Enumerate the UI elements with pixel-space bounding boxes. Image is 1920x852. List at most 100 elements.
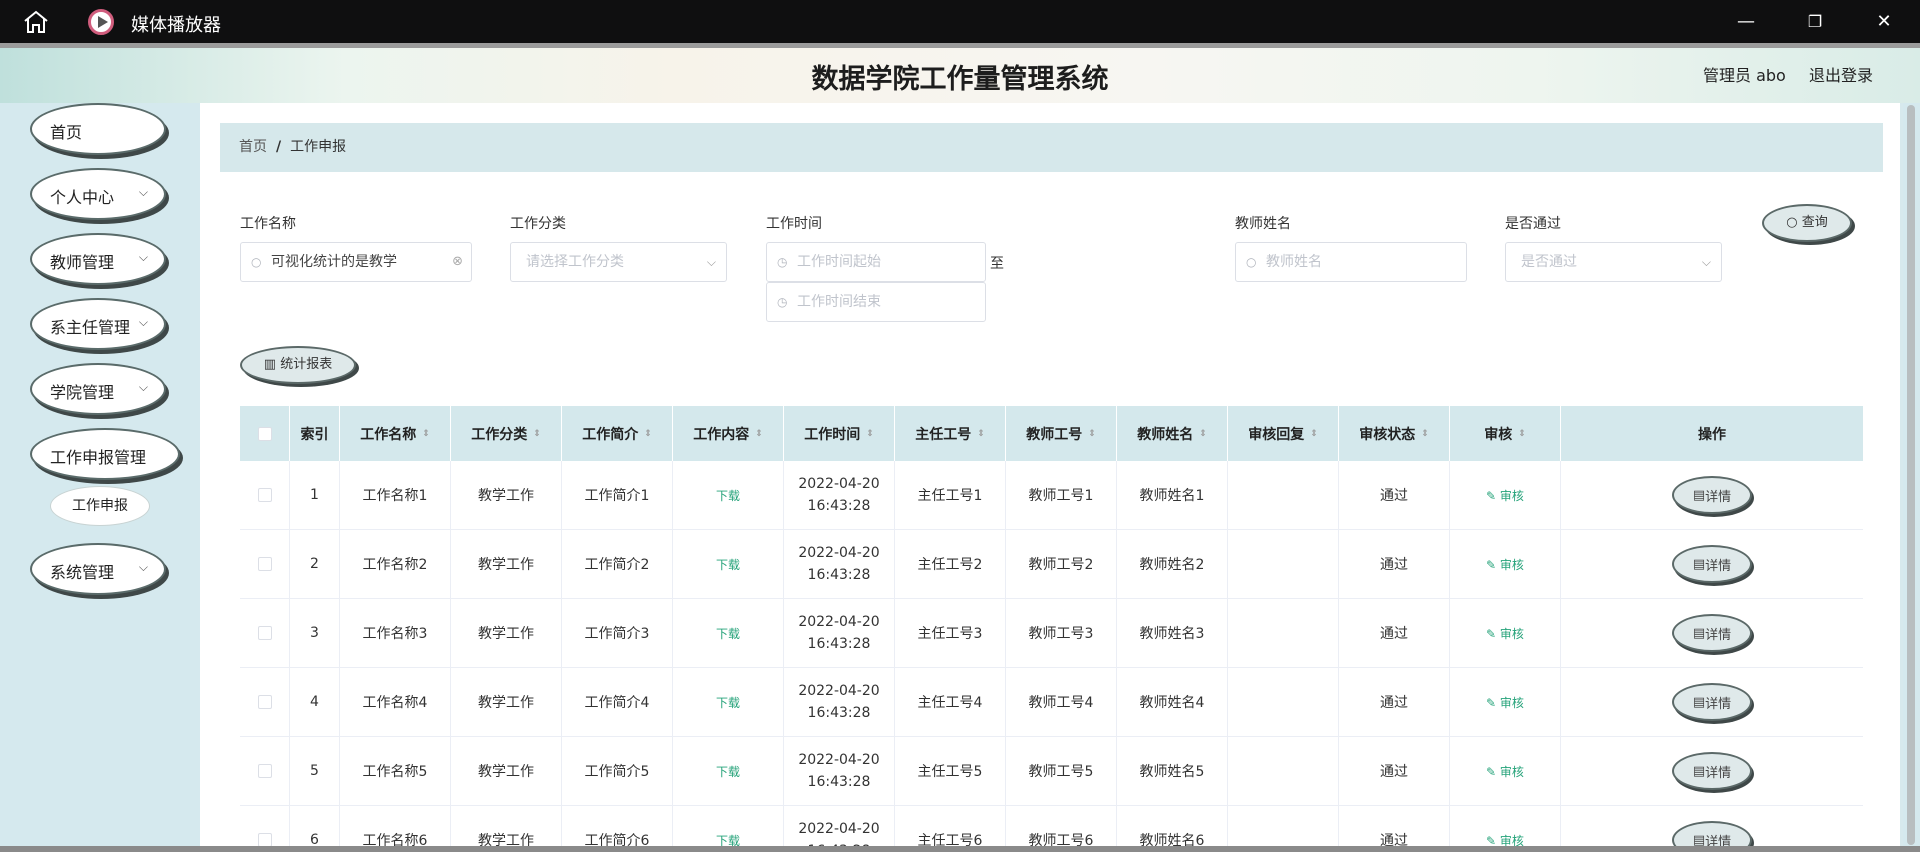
table-row: 2 工作名称2 教学工作 工作简介2 下载 2022-04-20 16:43:28… xyxy=(240,530,1863,599)
work-content-cell: 下载 xyxy=(673,737,784,805)
scrollbar-thumb[interactable] xyxy=(1907,105,1915,845)
column-header[interactable]: 教师工号 ⇕ xyxy=(1006,406,1117,461)
work-name-cell: 工作名称4 xyxy=(340,668,451,736)
sort-icon[interactable]: ⇕ xyxy=(1518,429,1526,439)
sidebar-item-label: 工作申报管理 xyxy=(50,448,147,467)
column-label: 工作内容 xyxy=(693,426,750,443)
audit-cell: ✎ 审核 xyxy=(1450,668,1561,736)
work-time-end-input[interactable]: ◷ 工作时间结束 xyxy=(766,282,986,322)
passed-select[interactable]: 是否通过 ⌵ xyxy=(1505,242,1722,282)
row-checkbox[interactable] xyxy=(257,488,272,502)
index-cell: 3 xyxy=(290,599,340,667)
logout-link[interactable]: 退出登录 xyxy=(1809,62,1873,86)
detail-label: 详情 xyxy=(1705,765,1732,781)
column-header[interactable]: 工作内容 ⇕ xyxy=(673,406,784,461)
sort-icon[interactable]: ⇕ xyxy=(866,429,874,439)
sidebar-item-teacher-management[interactable]: 教师管理 ⌵ xyxy=(30,233,166,285)
sidebar-item-system-management[interactable]: 系统管理 ⌵ xyxy=(30,543,166,595)
download-link[interactable]: 下载 xyxy=(716,694,740,711)
sort-icon[interactable]: ⇕ xyxy=(533,429,541,439)
audit-link[interactable]: ✎ 审核 xyxy=(1486,763,1524,780)
audit-reply-cell xyxy=(1228,530,1339,598)
work-report-table: 索引 工作名称 ⇕ 工作分类 ⇕ 工作简介 ⇕ 工作内容 ⇕ 工作时间 ⇕ 主任工号 ⇕ 教… xyxy=(240,406,1863,852)
work-time: 16:43:28 xyxy=(807,567,871,583)
sort-icon[interactable]: ⇕ xyxy=(1199,429,1207,439)
column-header[interactable]: 工作简介 ⇕ xyxy=(562,406,673,461)
work-time-cell: 2022-04-20 16:43:28 xyxy=(784,530,895,598)
work-time-end-placeholder: 工作时间结束 xyxy=(797,294,881,310)
sort-icon[interactable]: ⇕ xyxy=(1421,429,1429,439)
work-time: 16:43:28 xyxy=(807,774,871,790)
column-header[interactable]: 工作时间 ⇕ xyxy=(784,406,895,461)
row-select-cell xyxy=(240,599,290,667)
detail-button[interactable]: ▤ 详情 xyxy=(1672,614,1752,652)
audit-link[interactable]: ✎ 审核 xyxy=(1486,625,1524,642)
document-icon: ▤ xyxy=(1692,487,1706,503)
stats-report-button[interactable]: ▥ 统计报表 xyxy=(240,346,356,384)
sidebar-item-college-management[interactable]: 学院管理 ⌵ xyxy=(30,363,166,415)
column-header[interactable]: 审核状态 ⇕ xyxy=(1339,406,1450,461)
audit-link[interactable]: ✎ 审核 xyxy=(1486,487,1524,504)
download-link[interactable]: 下载 xyxy=(716,763,740,780)
column-header: 操作 xyxy=(1561,406,1863,461)
row-checkbox[interactable] xyxy=(257,833,272,847)
detail-button[interactable]: ▤ 详情 xyxy=(1672,476,1752,514)
column-header[interactable]: 教师姓名 ⇕ xyxy=(1117,406,1228,461)
close-button[interactable]: ✕ xyxy=(1862,6,1906,38)
work-date: 2022-04-20 xyxy=(798,545,880,561)
work-category-select[interactable]: 请选择工作分类 ⌵ xyxy=(510,242,727,282)
work-name-cell: 工作名称5 xyxy=(340,737,451,805)
column-header[interactable]: 主任工号 ⇕ xyxy=(895,406,1006,461)
row-checkbox[interactable] xyxy=(257,695,272,709)
sidebar-item-work-report-management[interactable]: 工作申报管理 xyxy=(30,428,180,480)
download-link[interactable]: 下载 xyxy=(716,625,740,642)
sort-icon[interactable]: ⇕ xyxy=(644,429,652,439)
download-link[interactable]: 下载 xyxy=(716,556,740,573)
director-id-cell: 主任工号1 xyxy=(895,461,1006,529)
download-link[interactable]: 下载 xyxy=(716,487,740,504)
breadcrumb-home[interactable]: 首页 xyxy=(239,139,267,155)
select-all-checkbox[interactable] xyxy=(257,426,272,441)
work-time-start-input[interactable]: ◷ 工作时间起始 xyxy=(766,242,986,282)
sort-icon[interactable]: ⇕ xyxy=(1310,429,1318,439)
sort-icon[interactable]: ⇕ xyxy=(1088,429,1096,439)
audit-link[interactable]: ✎ 审核 xyxy=(1486,556,1524,573)
sidebar-item-director-management[interactable]: 系主任管理 ⌵ xyxy=(30,298,166,350)
sidebar-item-personal-center[interactable]: 个人中心 ⌵ xyxy=(30,168,166,220)
table-header: 索引 工作名称 ⇕ 工作分类 ⇕ 工作简介 ⇕ 工作内容 ⇕ 工作时间 ⇕ 主任工号 ⇕ 教… xyxy=(240,406,1863,461)
query-button[interactable]: ○ 查询 xyxy=(1762,204,1852,242)
vertical-scrollbar[interactable] xyxy=(1903,103,1920,852)
clear-icon[interactable]: ⊗ xyxy=(452,243,463,281)
column-header[interactable]: 工作分类 ⇕ xyxy=(451,406,562,461)
row-checkbox[interactable] xyxy=(257,557,272,571)
maximize-button[interactable]: ❐ xyxy=(1793,6,1837,38)
detail-button[interactable]: ▤ 详情 xyxy=(1672,752,1752,790)
work-category-cell: 教学工作 xyxy=(451,737,562,805)
minimize-button[interactable]: — xyxy=(1724,6,1768,38)
column-header[interactable]: 审核回复 ⇕ xyxy=(1228,406,1339,461)
column-label: 工作名称 xyxy=(360,426,417,443)
sidebar-subitem-work-report[interactable]: 工作申报 xyxy=(50,486,150,526)
work-intro-cell: 工作简介3 xyxy=(562,599,673,667)
row-checkbox[interactable] xyxy=(257,626,272,640)
teacher-name-input[interactable]: ○ 教师姓名 xyxy=(1235,242,1467,282)
detail-button[interactable]: ▤ 详情 xyxy=(1672,545,1752,583)
audit-link[interactable]: ✎ 审核 xyxy=(1486,694,1524,711)
sort-icon[interactable]: ⇕ xyxy=(422,429,430,439)
sort-icon[interactable]: ⇕ xyxy=(977,429,985,439)
bar-chart-icon: ▥ xyxy=(263,357,281,372)
home-icon[interactable] xyxy=(22,10,50,34)
work-name-input[interactable]: ○ 可视化统计的是教学 ⊗ xyxy=(240,242,472,282)
sidebar-item-home[interactable]: 首页 xyxy=(30,103,166,155)
select-all-cell xyxy=(240,406,290,461)
audit-label: 审核 xyxy=(1499,488,1524,503)
actions-cell: ▤ 详情 xyxy=(1561,737,1863,805)
column-header[interactable]: 审核 ⇕ xyxy=(1450,406,1561,461)
row-checkbox[interactable] xyxy=(257,764,272,778)
breadcrumb-separator: / xyxy=(276,139,282,155)
column-header[interactable]: 工作名称 ⇕ xyxy=(340,406,451,461)
work-time-start-placeholder: 工作时间起始 xyxy=(797,254,881,270)
sort-icon[interactable]: ⇕ xyxy=(755,429,763,439)
chevron-down-icon: ⌵ xyxy=(138,250,148,264)
detail-button[interactable]: ▤ 详情 xyxy=(1672,683,1752,721)
